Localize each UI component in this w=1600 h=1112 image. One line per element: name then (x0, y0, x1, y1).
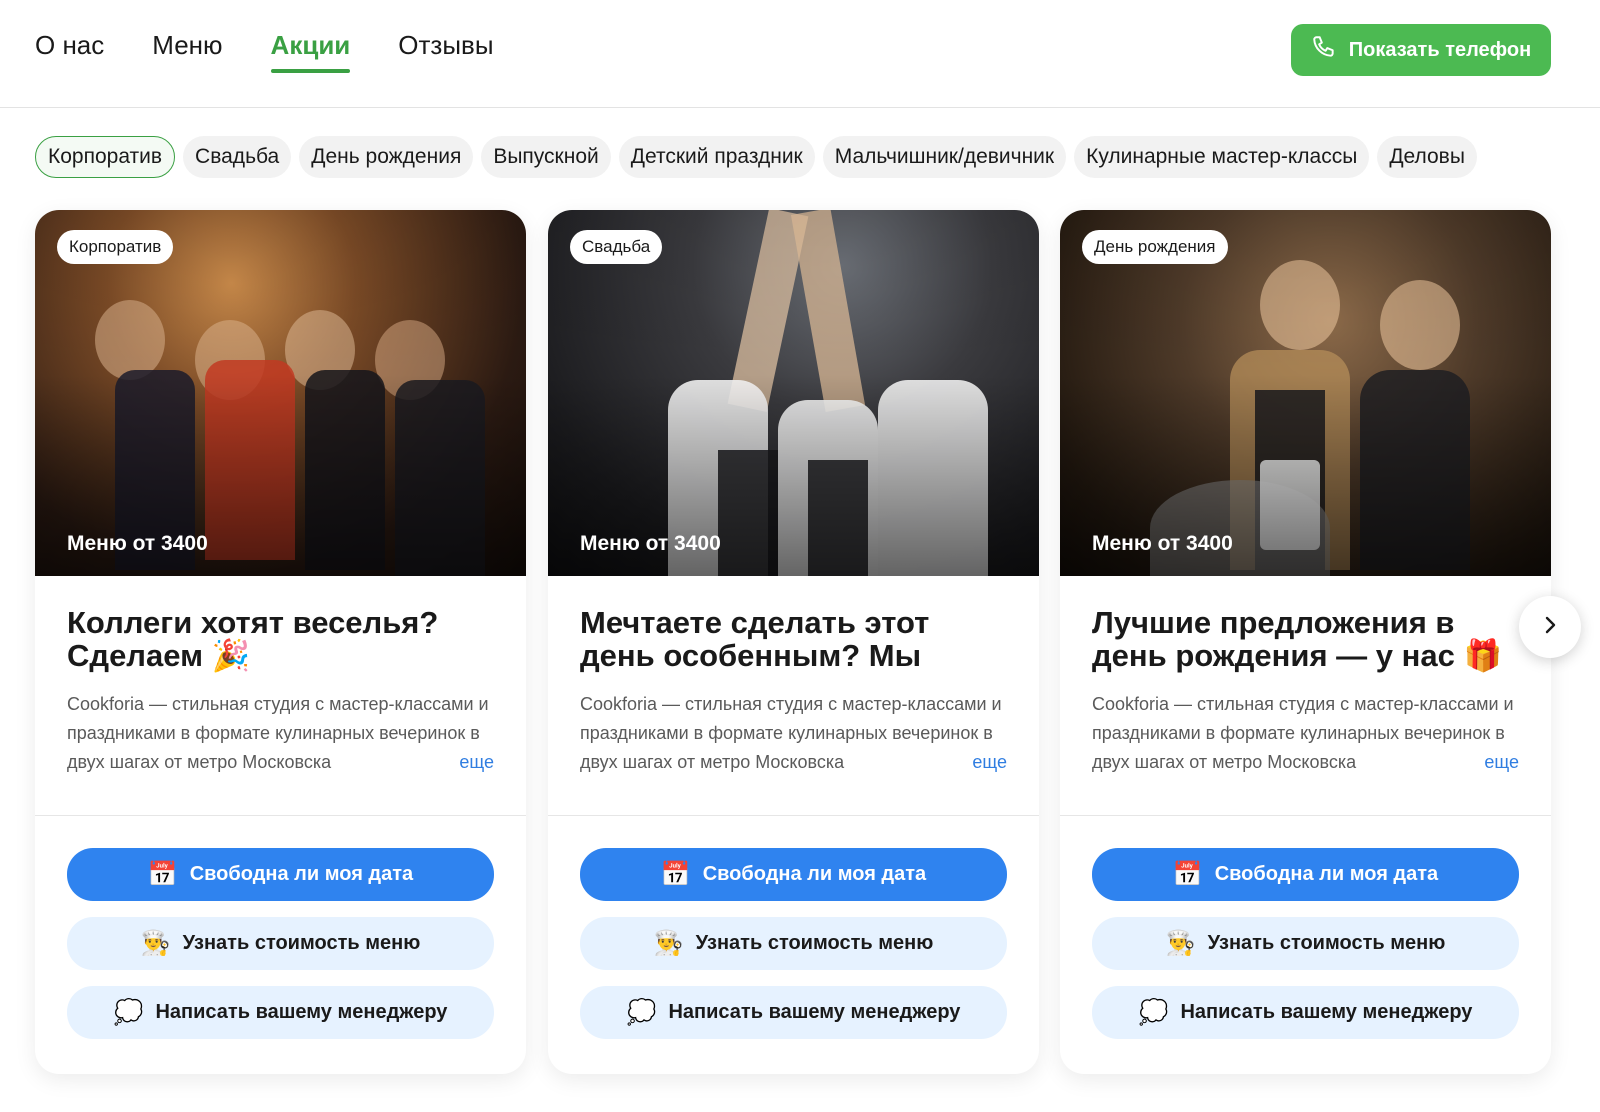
thought-bubble-icon: 💭 (626, 998, 657, 1026)
show-phone-button[interactable]: Показать телефон (1291, 24, 1551, 76)
check-date-label: Свободна ли моя дата (1214, 863, 1439, 885)
thought-bubble-icon: 💭 (1138, 998, 1169, 1026)
card-category-tag: Свадьба (570, 230, 663, 264)
filter-chip-wedding[interactable]: Свадьба (183, 136, 292, 178)
read-more-link[interactable]: еще (1444, 748, 1519, 777)
check-date-button[interactable]: 📅 Свободна ли моя дата (1092, 848, 1519, 901)
check-date-label: Свободна ли моя дата (189, 863, 414, 885)
check-date-label: Свободна ли моя дата (702, 863, 927, 885)
menu-price-label: Узнать стоимость меню (695, 932, 934, 954)
nav-item-promotions[interactable]: Акции (270, 30, 350, 73)
calendar-icon: 📅 (1172, 860, 1203, 888)
card-category-tag: Корпоратив (57, 230, 174, 264)
card-title: Мечтаете сделать этот день особенным? Мы… (580, 606, 930, 676)
category-filters: Корпоратив Свадьба День рождения Выпускной Д… (35, 136, 1552, 178)
card-body: Мечтаете сделать этот день особенным? Мы… (548, 576, 1039, 816)
phone-icon (1311, 34, 1337, 66)
card-price: Меню от 3400 (580, 532, 721, 555)
filter-chip-birthday[interactable]: День рождения (299, 136, 474, 178)
card-title: Коллеги хотят веселья? Сделаем 🎉 (67, 606, 439, 673)
carousel-next-button[interactable] (1519, 596, 1581, 658)
filter-chip-business[interactable]: Деловы (1377, 136, 1477, 178)
filter-chip-cooking-classes[interactable]: Кулинарные мастер-классы (1074, 136, 1370, 178)
nav-item-menu[interactable]: Меню (152, 30, 222, 73)
card-description: Cookforia — стильная студия с мастер-кла… (580, 690, 1007, 777)
show-phone-label: Показать телефон (1348, 38, 1532, 61)
write-manager-button[interactable]: 💭 Написать вашему менеджеру (1092, 986, 1519, 1039)
card-title: Лучшие предложения в день рождения — у н… (1092, 606, 1503, 673)
filter-chip-kids-party[interactable]: Детский праздник (618, 136, 815, 178)
card-actions: 📅 Свободна ли моя дата 👨‍🍳 Узнать стоимо… (35, 816, 526, 1039)
menu-price-button[interactable]: 👨‍🍳 Узнать стоимость меню (580, 917, 1007, 970)
card-photo: Корпоратив Меню от 3400 (35, 210, 526, 576)
write-manager-label: Написать вашему менеджеру (155, 1001, 448, 1023)
calendar-icon: 📅 (660, 860, 691, 888)
menu-price-label: Узнать стоимость меню (182, 932, 421, 954)
card-actions: 📅 Свободна ли моя дата 👨‍🍳 Узнать стоимо… (548, 816, 1039, 1039)
filter-chip-bachelor-party[interactable]: Мальчишник/девичник (822, 136, 1067, 178)
filter-chip-corporate[interactable]: Корпоратив (35, 136, 176, 178)
write-manager-button[interactable]: 💭 Написать вашему менеджеру (580, 986, 1007, 1039)
nav-item-reviews[interactable]: Отзывы (398, 30, 493, 73)
card-body: Лучшие предложения в день рождения — у н… (1060, 576, 1551, 816)
write-manager-button[interactable]: 💭 Написать вашему менеджеру (67, 986, 494, 1039)
card-photo: День рождения Меню от 3400 (1060, 210, 1551, 576)
promo-card-wedding[interactable]: Свадьба Меню от 3400 Мечтаете сделать эт… (548, 210, 1039, 1074)
chef-icon: 👨‍🍳 (1165, 929, 1196, 957)
card-photo: Свадьба Меню от 3400 (548, 210, 1039, 576)
chef-icon: 👨‍🍳 (140, 929, 171, 957)
read-more-link[interactable]: еще (419, 748, 494, 777)
check-date-button[interactable]: 📅 Свободна ли моя дата (580, 848, 1007, 901)
write-manager-label: Написать вашему менеджеру (1180, 1001, 1473, 1023)
top-header: О нас Меню Акции Отзывы Показать телефон (0, 0, 1600, 108)
card-description: Cookforia — стильная студия с мастер-кла… (67, 690, 494, 777)
card-description: Cookforia — стильная студия с мастер-кла… (1092, 690, 1519, 777)
thought-bubble-icon: 💭 (113, 998, 144, 1026)
read-more-link[interactable]: еще (932, 748, 1007, 777)
write-manager-label: Написать вашему менеджеру (668, 1001, 961, 1023)
calendar-icon: 📅 (147, 860, 178, 888)
menu-price-label: Узнать стоимость меню (1207, 932, 1446, 954)
nav-item-about[interactable]: О нас (35, 30, 104, 73)
chevron-right-icon (1538, 613, 1562, 642)
card-price: Меню от 3400 (67, 532, 208, 555)
chef-icon: 👨‍🍳 (653, 929, 684, 957)
menu-price-button[interactable]: 👨‍🍳 Узнать стоимость меню (1092, 917, 1519, 970)
card-actions: 📅 Свободна ли моя дата 👨‍🍳 Узнать стоимо… (1060, 816, 1551, 1039)
filter-chip-graduation[interactable]: Выпускной (481, 136, 611, 178)
card-price: Меню от 3400 (1092, 532, 1233, 555)
main-nav: О нас Меню Акции Отзывы (35, 30, 494, 73)
promo-card-birthday[interactable]: День рождения Меню от 3400 Лучшие предло… (1060, 210, 1551, 1074)
promo-card-corporate[interactable]: Корпоратив Меню от 3400 Коллеги хотят ве… (35, 210, 526, 1074)
menu-price-button[interactable]: 👨‍🍳 Узнать стоимость меню (67, 917, 494, 970)
card-body: Коллеги хотят веселья? Сделаем 🎉 Cookfor… (35, 576, 526, 816)
check-date-button[interactable]: 📅 Свободна ли моя дата (67, 848, 494, 901)
card-category-tag: День рождения (1082, 230, 1228, 264)
